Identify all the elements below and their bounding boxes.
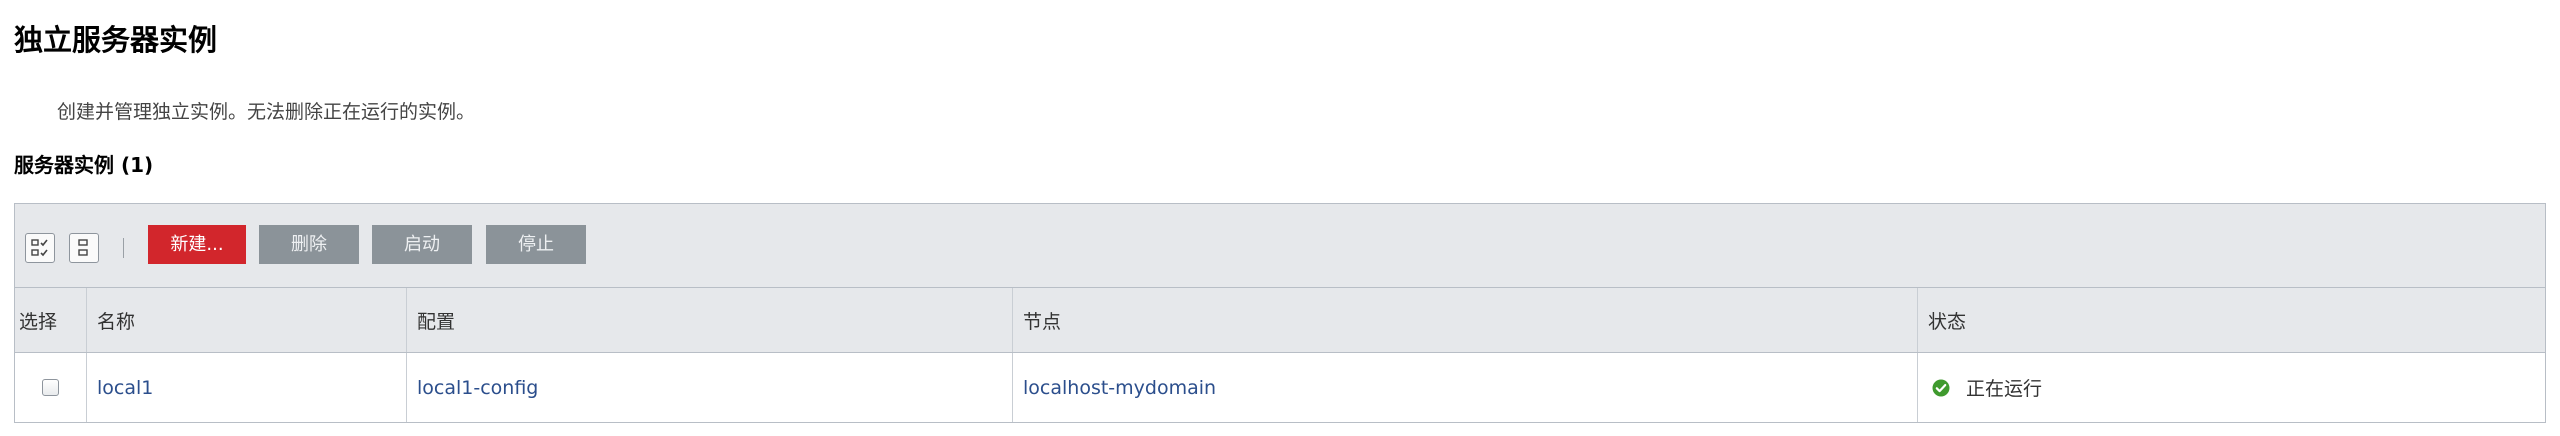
- instance-node-link[interactable]: localhost-mydomain: [1023, 377, 1216, 399]
- instance-name-link[interactable]: local1: [97, 377, 153, 399]
- row-checkbox[interactable]: [42, 379, 59, 396]
- toolbar-separator: [123, 238, 124, 258]
- instance-config-link[interactable]: local1-config: [417, 377, 538, 399]
- column-header-select: 选择: [15, 288, 87, 352]
- column-header-status[interactable]: 状态: [1918, 288, 2545, 352]
- column-header-name[interactable]: 名称: [87, 288, 407, 352]
- standalone-instances-page: 独立服务器实例 创建并管理独立实例。无法删除正在运行的实例。 服务器实例 (1)…: [0, 0, 2560, 436]
- instances-table: 新建... 删除 启动 停止 选择 名称 配置 节点 状态 local1 loc…: [14, 203, 2546, 423]
- running-check-icon: [1932, 379, 1950, 396]
- row-select-cell: [15, 353, 87, 422]
- new-button[interactable]: 新建...: [148, 225, 246, 264]
- section-title: 服务器实例 (1): [14, 153, 154, 177]
- table-header-row: 选择 名称 配置 节点 状态: [15, 288, 2545, 353]
- instance-name-cell: local1: [87, 353, 407, 422]
- instance-status-text: 正在运行: [1966, 378, 2043, 400]
- stop-button[interactable]: 停止: [486, 225, 586, 264]
- page-description: 创建并管理独立实例。无法删除正在运行的实例。: [57, 101, 476, 123]
- start-button[interactable]: 启动: [372, 225, 472, 264]
- table-toolbar: 新建... 删除 启动 停止: [15, 204, 2545, 288]
- instance-node-cell: localhost-mydomain: [1013, 353, 1918, 422]
- column-header-config[interactable]: 配置: [407, 288, 1013, 352]
- instance-config-cell: local1-config: [407, 353, 1013, 422]
- instance-status-cell: 正在运行: [1918, 353, 2545, 422]
- table-row: local1 local1-config localhost-mydomain …: [15, 353, 2545, 422]
- column-header-node[interactable]: 节点: [1013, 288, 1918, 352]
- select-all-icon[interactable]: [25, 233, 55, 263]
- page-title: 独立服务器实例: [14, 23, 218, 57]
- deselect-all-icon[interactable]: [69, 233, 99, 263]
- delete-button[interactable]: 删除: [259, 225, 359, 264]
